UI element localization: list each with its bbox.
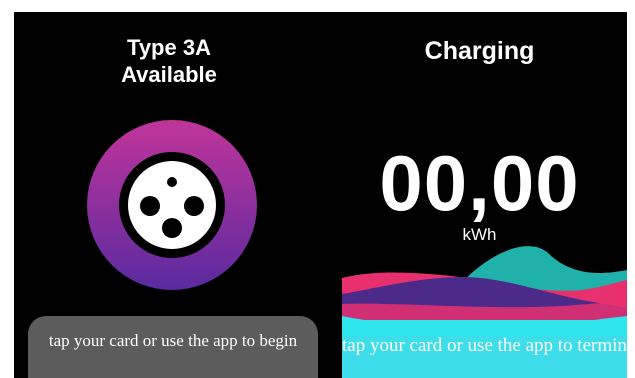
tap-card-prompt: tap your card or use the app to begin — [48, 331, 298, 350]
terminate-prompt[interactable]: tap your card or use the app to terminat… — [342, 334, 627, 358]
charger-display: Type 3A Available tap your card or use t… — [14, 12, 627, 378]
charging-status-title: Charging — [424, 37, 535, 65]
connector-panel: Type 3A Available tap your card or use t… — [14, 12, 324, 378]
charging-panel: Charging 00,00 kWh tap your card or use … — [332, 12, 627, 378]
screen: Type 3A Available tap your card or use t… — [0, 0, 635, 378]
tap-card-panel[interactable]: tap your card or use the app to begin — [28, 316, 318, 378]
type-3a-socket-icon[interactable] — [87, 120, 257, 290]
energy-value: 00,00 — [379, 139, 580, 227]
connector-availability-label: Available — [121, 62, 217, 87]
energy-unit: kWh — [462, 225, 497, 244]
connector-title: Type 3A Available — [14, 34, 324, 88]
connector-type-label: Type 3A — [127, 35, 211, 60]
